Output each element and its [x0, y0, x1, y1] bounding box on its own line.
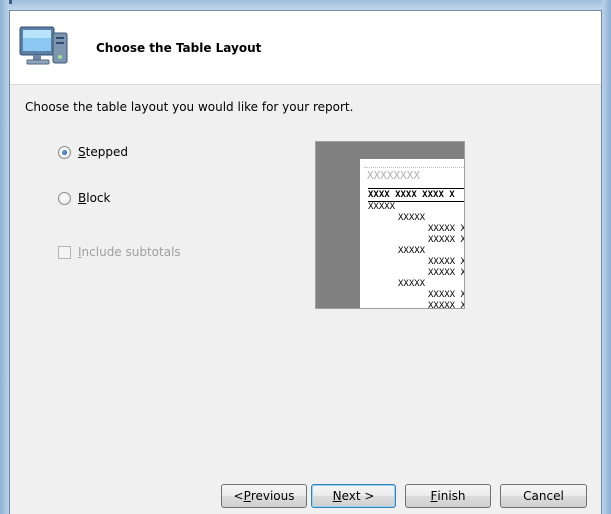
finish-button[interactable]: Finish [405, 484, 491, 508]
preview-row: XXXXX X [428, 268, 465, 278]
computer-icon [19, 26, 68, 65]
instruction-text: Choose the table layout you would like f… [25, 100, 354, 114]
preview-row: XXXXX [398, 213, 426, 223]
preview-row: XXXXX X [428, 301, 465, 309]
window-border-right [602, 0, 611, 514]
wizard-header: Choose the Table Layout [10, 11, 601, 85]
preview-row: XXXXX X [428, 224, 465, 234]
window-title-bar[interactable] [0, 0, 611, 10]
preview-row: XXXXX X [428, 290, 465, 300]
cancel-button[interactable]: Cancel [500, 484, 587, 508]
wizard-client-area: Choose the Table Layout Choose the table… [9, 10, 602, 514]
preview-title: XXXXXXXX [367, 169, 420, 182]
preview-row: XXXXX X [428, 257, 465, 267]
preview-rule [368, 188, 464, 189]
stepped-radio-option[interactable]: Stepped [58, 145, 128, 159]
block-radio-button[interactable] [58, 191, 71, 205]
next-button[interactable]: Next > [311, 484, 396, 508]
preview-dotted-line [364, 167, 464, 168]
preview-row: XXXXX [398, 246, 426, 256]
stepped-radio-label[interactable]: Stepped [78, 145, 128, 159]
block-radio-option[interactable]: Block [58, 191, 110, 205]
include-subtotals-option: Include subtotals [58, 245, 181, 259]
preview-page: XXXXXXXX XXXX XXXX XXXX X XXXXX XXXXX XX… [360, 159, 465, 309]
layout-preview: XXXXXXXX XXXX XXXX XXXX X XXXXX XXXXX XX… [315, 141, 465, 309]
preview-row: XXXXX [368, 202, 396, 212]
previous-button[interactable]: < Previous [221, 484, 307, 508]
include-subtotals-label: Include subtotals [78, 245, 181, 259]
preview-row: XXXXX [398, 279, 426, 289]
stepped-radio-button[interactable] [58, 145, 71, 159]
block-radio-label[interactable]: Block [78, 191, 110, 205]
window-border-left [0, 0, 9, 514]
preview-row: XXXXX X [428, 235, 465, 245]
include-subtotals-checkbox [58, 245, 71, 259]
preview-header-row: XXXX XXXX XXXX X [368, 190, 455, 200]
wizard-page-title: Choose the Table Layout [96, 41, 262, 55]
